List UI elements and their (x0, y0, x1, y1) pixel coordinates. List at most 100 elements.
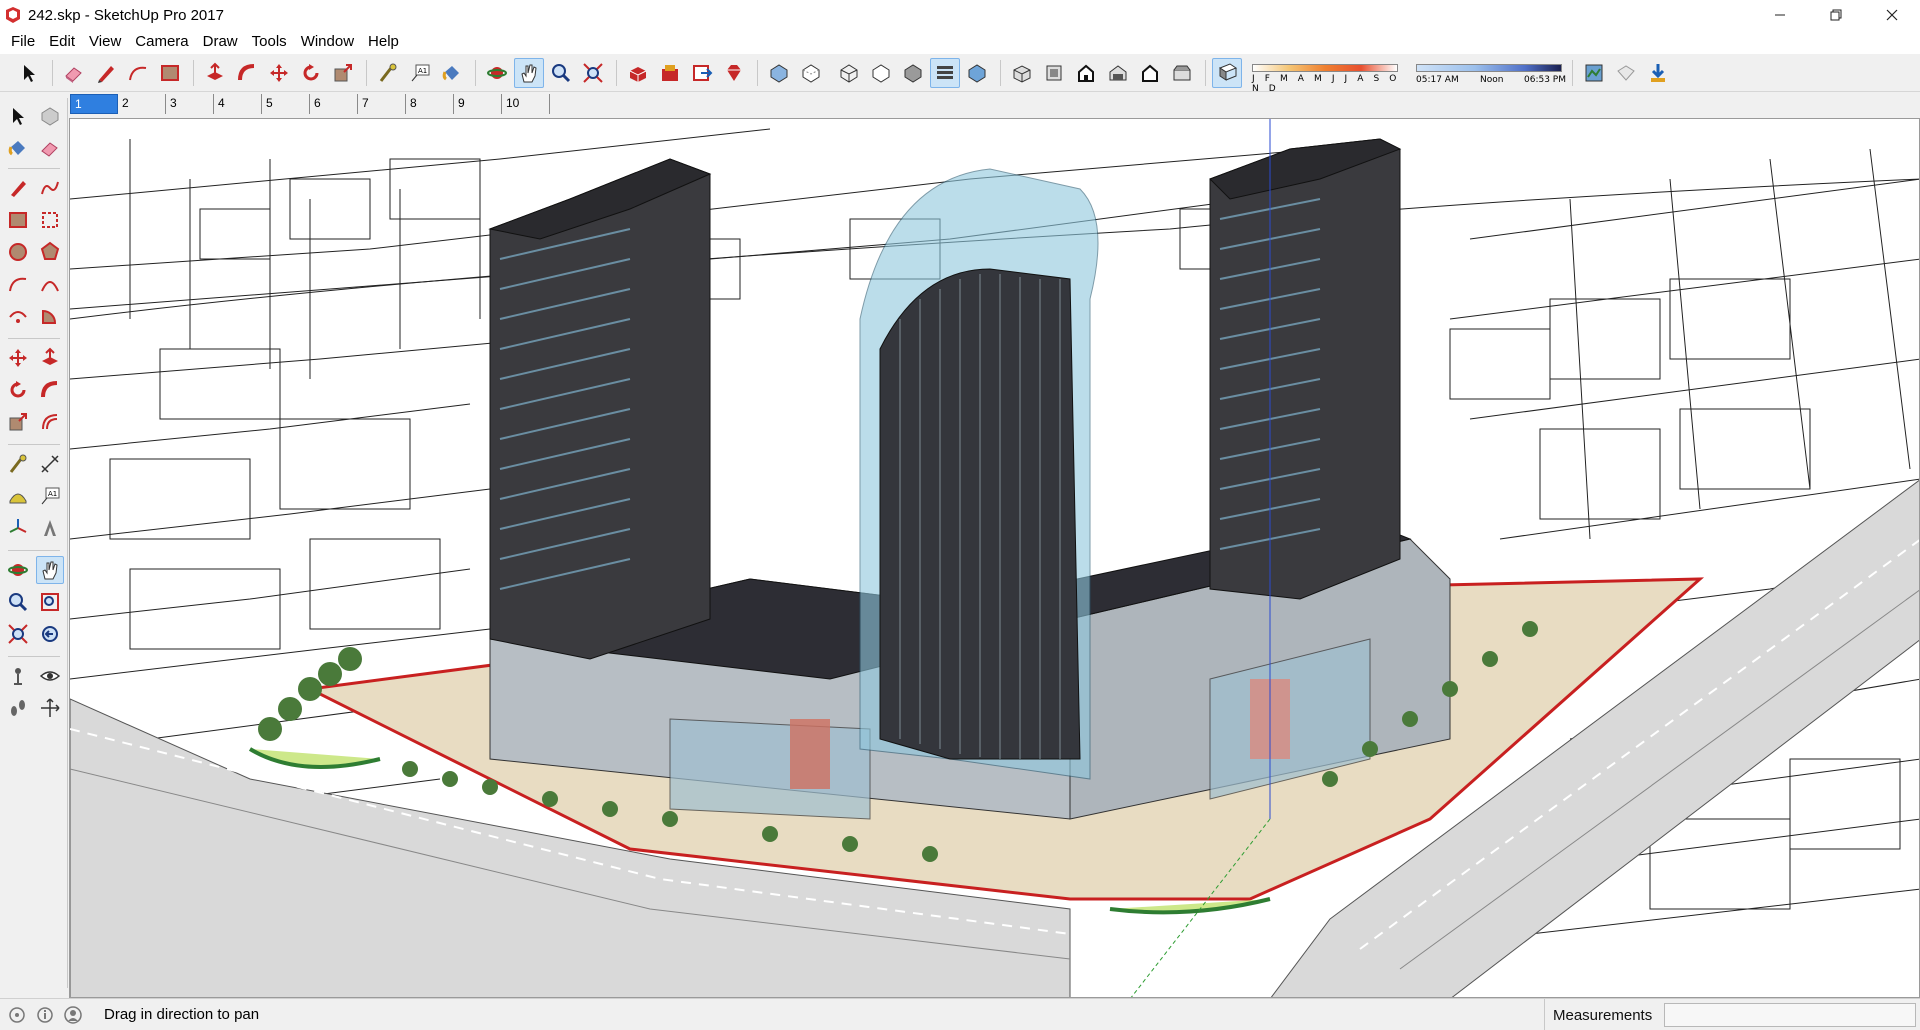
eraser-tool-button[interactable] (59, 58, 89, 88)
look-around-tool-button[interactable] (36, 662, 64, 690)
protractor-tool-button[interactable] (4, 482, 32, 510)
shadow-date-slider[interactable]: J F M A M J J A S O N D (1252, 58, 1402, 94)
follow-me-tool-button[interactable] (36, 376, 64, 404)
shaded-style-button[interactable] (898, 58, 928, 88)
text-tool-button[interactable]: A1 (36, 482, 64, 510)
position-camera-tool-button[interactable] (4, 662, 32, 690)
orbit-tool-button[interactable] (4, 556, 32, 584)
rectangle-tool-button[interactable] (155, 58, 185, 88)
offset-tool-button[interactable] (36, 408, 64, 436)
top-view-button[interactable] (1039, 58, 1069, 88)
minimize-button[interactable] (1752, 0, 1808, 30)
move-tool-button[interactable] (264, 58, 294, 88)
rotate-tool-button[interactable] (4, 376, 32, 404)
menu-view[interactable]: View (82, 30, 128, 54)
scene-tab-8[interactable]: 8 (406, 94, 454, 114)
menu-draw[interactable]: Draw (196, 30, 245, 54)
paint-bucket-tool-button[interactable] (4, 134, 32, 162)
shadow-time-slider[interactable]: 05:17 AM Noon 06:53 PM (1416, 58, 1566, 88)
three-point-arc-tool-button[interactable] (4, 302, 32, 330)
menu-camera[interactable]: Camera (128, 30, 195, 54)
arc-tool-button[interactable] (4, 270, 32, 298)
text-tool-button[interactable]: A1 (405, 58, 435, 88)
select-tool-button[interactable] (14, 58, 44, 88)
previous-view-button[interactable] (36, 620, 64, 648)
geo-location-button[interactable] (6, 1004, 28, 1026)
back-view-button[interactable] (1135, 58, 1165, 88)
iso-view-button[interactable] (1007, 58, 1037, 88)
pan-tool-button[interactable] (36, 556, 64, 584)
follow-me-tool-button[interactable] (232, 58, 262, 88)
back-edges-style-button[interactable] (796, 58, 826, 88)
menu-help[interactable]: Help (361, 30, 406, 54)
tape-measure-tool-button[interactable] (4, 450, 32, 478)
maximize-button[interactable] (1808, 0, 1864, 30)
layer-manager-button[interactable] (1579, 58, 1609, 88)
extension-warehouse-button[interactable] (655, 58, 685, 88)
push-pull-tool-button[interactable] (200, 58, 230, 88)
pan-tool-button[interactable] (514, 57, 544, 88)
axes-tool-button[interactable] (4, 514, 32, 542)
import-button[interactable] (1643, 58, 1673, 88)
3d-text-tool-button[interactable] (36, 514, 64, 542)
polygon-tool-button[interactable] (36, 238, 64, 266)
wireframe-style-button[interactable] (834, 58, 864, 88)
shaded-textures-style-button[interactable] (930, 57, 960, 88)
zoom-tool-button[interactable] (4, 588, 32, 616)
scale-tool-button[interactable] (4, 408, 32, 436)
move-tool-button[interactable] (4, 344, 32, 372)
select-tool-button[interactable] (4, 102, 32, 130)
menu-edit[interactable]: Edit (42, 30, 82, 54)
pencil-tool-button[interactable] (91, 58, 121, 88)
eraser-tool-button[interactable] (36, 134, 64, 162)
left-view-button[interactable] (1167, 58, 1197, 88)
walk-tool-button[interactable] (4, 694, 32, 722)
shadows-toggle-button[interactable] (1212, 57, 1242, 88)
dimension-tool-button[interactable] (36, 450, 64, 478)
paint-bucket-tool-button[interactable] (437, 58, 467, 88)
scene-tab-5[interactable]: 5 (262, 94, 310, 114)
make-component-button[interactable] (36, 102, 64, 130)
credits-button[interactable] (34, 1004, 56, 1026)
right-view-button[interactable] (1103, 58, 1133, 88)
rotated-rectangle-tool-button[interactable] (36, 206, 64, 234)
monochrome-style-button[interactable] (962, 58, 992, 88)
menu-tools[interactable]: Tools (245, 30, 294, 54)
measurements-input[interactable] (1664, 1003, 1916, 1027)
rectangle-tool-button[interactable] (4, 206, 32, 234)
scene-tab-4[interactable]: 4 (214, 94, 262, 114)
orbit-tool-button[interactable] (482, 58, 512, 88)
ruby-console-button[interactable] (719, 58, 749, 88)
model-viewport[interactable] (69, 118, 1920, 998)
circle-tool-button[interactable] (4, 238, 32, 266)
tape-measure-tool-button[interactable] (373, 58, 403, 88)
scale-tool-button[interactable] (328, 58, 358, 88)
zoom-window-tool-button[interactable] (36, 588, 64, 616)
arc-tool-button[interactable] (123, 58, 153, 88)
send-to-layout-button[interactable] (687, 58, 717, 88)
zoom-extents-tool-button[interactable] (4, 620, 32, 648)
scene-tab-1[interactable]: 1 (70, 94, 118, 114)
menu-window[interactable]: Window (294, 30, 361, 54)
tag-button[interactable] (1611, 58, 1641, 88)
push-pull-tool-button[interactable] (36, 344, 64, 372)
hidden-line-style-button[interactable] (866, 58, 896, 88)
rotate-tool-button[interactable] (296, 58, 326, 88)
user-account-button[interactable] (62, 1004, 84, 1026)
freehand-tool-button[interactable] (36, 174, 64, 202)
section-plane-tool-button[interactable] (36, 694, 64, 722)
front-view-button[interactable] (1071, 58, 1101, 88)
pie-tool-button[interactable] (36, 302, 64, 330)
line-tool-button[interactable] (4, 174, 32, 202)
xray-style-button[interactable] (764, 58, 794, 88)
two-point-arc-tool-button[interactable] (36, 270, 64, 298)
zoom-tool-button[interactable] (546, 58, 576, 88)
scene-tab-9[interactable]: 9 (454, 94, 502, 114)
scene-tab-2[interactable]: 2 (118, 94, 166, 114)
3d-warehouse-button[interactable] (623, 58, 653, 88)
close-button[interactable] (1864, 0, 1920, 30)
zoom-extents-tool-button[interactable] (578, 58, 608, 88)
scene-tab-10[interactable]: 10 (502, 94, 550, 114)
scene-tab-6[interactable]: 6 (310, 94, 358, 114)
menu-file[interactable]: File (4, 30, 42, 54)
